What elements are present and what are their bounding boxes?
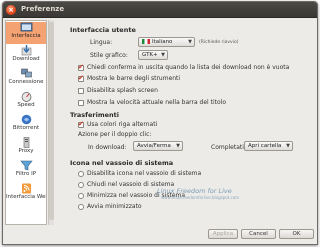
systray-minimize-checkbox[interactable] (78, 193, 84, 199)
systray-disable-checkbox[interactable] (78, 171, 84, 177)
scrollbar-thumb[interactable] (49, 22, 54, 220)
sidebar-item-proxy[interactable]: Proxy (6, 137, 46, 159)
category-sidebar: Interfaccia Download Connessione Speed B… (5, 20, 47, 225)
lingua-select[interactable]: Italiano ▼ (138, 37, 195, 47)
watermark-subtext: www.linuxfreedomforlive.blogspot.com (161, 195, 240, 200)
start-minimized-label: Avvia minimizzato (87, 203, 142, 210)
section-title-trasferimenti: Trasferimenti (70, 111, 119, 119)
network-icon (20, 68, 32, 78)
sidebar-scrollbar[interactable] (48, 20, 54, 225)
confirm-exit-label: Chiedi conferma in uscita quando la list… (87, 64, 290, 71)
sidebar-item-label: Proxy (18, 148, 34, 154)
chevron-down-icon: ▼ (176, 143, 180, 149)
section-title-systray: Icona nel vassoio di sistema (70, 159, 174, 167)
title-bar: × Preferenze (3, 2, 317, 18)
sidebar-item-label: Interfaccia Web (6, 194, 47, 200)
in-download-label: In download: (88, 144, 127, 151)
sidebar-item-label: Speed (17, 102, 35, 108)
sidebar-item-connessione[interactable]: Connessione (6, 68, 46, 90)
ok-button[interactable]: OK (279, 229, 314, 239)
sidebar-item-label: Interfaccia (11, 33, 41, 39)
sidebar-item-filtro-ip[interactable]: Filtro IP (6, 160, 46, 182)
completati-value: Apri cartella (248, 143, 282, 149)
lingua-value: Italiano (152, 39, 173, 45)
disable-splash-checkbox[interactable] (78, 88, 84, 94)
bittorrent-icon (21, 114, 31, 125)
chevron-down-icon: ▼ (161, 52, 165, 58)
in-download-select[interactable]: Avvia/Ferma ▼ (133, 141, 183, 151)
completati-label: Completati: (211, 144, 246, 151)
sidebar-item-label: Bittorrent (12, 125, 40, 131)
show-toolbars-label: Mostra le barre degli strumenti (87, 75, 181, 82)
stile-value: GTK+ (142, 52, 158, 58)
stile-select[interactable]: GTK+ ▼ (138, 50, 168, 60)
systray-disable-label: Disabilita icona nel vassoio di sistema (87, 170, 202, 177)
web-interface-icon (21, 183, 31, 194)
sidebar-item-label: Filtro IP (15, 171, 37, 177)
systray-close-checkbox[interactable] (78, 182, 84, 188)
restart-note: (Richiede riavvio) (199, 40, 239, 45)
preferences-window: × Preferenze Interfaccia Download Connes… (2, 1, 318, 245)
speed-icon (21, 92, 31, 102)
show-toolbars-checkbox[interactable] (78, 74, 84, 82)
disable-splash-label: Disabilita splash screen (87, 87, 158, 94)
double-click-label: Azione per il doppio clic: (78, 131, 152, 138)
filter-icon (19, 160, 33, 171)
start-minimized-checkbox[interactable] (78, 204, 84, 210)
sidebar-item-download[interactable]: Download (6, 45, 46, 67)
sidebar-item-interfaccia[interactable]: Interfaccia (6, 22, 46, 44)
chevron-down-icon: ▼ (286, 143, 290, 149)
apply-button[interactable]: Applica (208, 229, 238, 239)
lingua-label: Lingua: (90, 39, 113, 46)
alt-row-colors-label: Usa colori riga alternati (87, 121, 158, 128)
completati-select[interactable]: Apri cartella ▼ (244, 141, 293, 151)
sidebar-item-label: Download (12, 56, 40, 62)
section-title-interfaccia-utente: Interfaccia utente (70, 26, 136, 34)
proxy-icon (23, 137, 29, 148)
speed-in-title-label: Mostra la velocità attuale nella barra d… (87, 99, 227, 106)
stile-label: Stile grafico: (90, 52, 128, 59)
in-download-value: Avvia/Ferma (137, 143, 171, 149)
sidebar-item-bittorrent[interactable]: Bittorrent (6, 114, 46, 136)
chevron-down-icon: ▼ (188, 39, 192, 45)
window-title: Preferenze (21, 5, 65, 13)
confirm-exit-checkbox[interactable] (78, 63, 84, 71)
download-icon (21, 45, 31, 56)
cancel-button[interactable]: Cancel (241, 229, 276, 239)
close-button[interactable]: × (6, 5, 16, 15)
sidebar-item-label: Connessione (8, 79, 44, 85)
speed-in-title-checkbox[interactable] (78, 100, 84, 106)
alt-row-colors-checkbox[interactable] (78, 120, 84, 128)
sidebar-item-interfaccia-web[interactable]: Interfaccia Web (6, 183, 46, 205)
watermark-text: Linux Freedom for Live (157, 187, 232, 195)
interface-icon (20, 22, 32, 32)
sidebar-item-speed[interactable]: Speed (6, 91, 46, 113)
italy-flag-icon (142, 39, 150, 44)
